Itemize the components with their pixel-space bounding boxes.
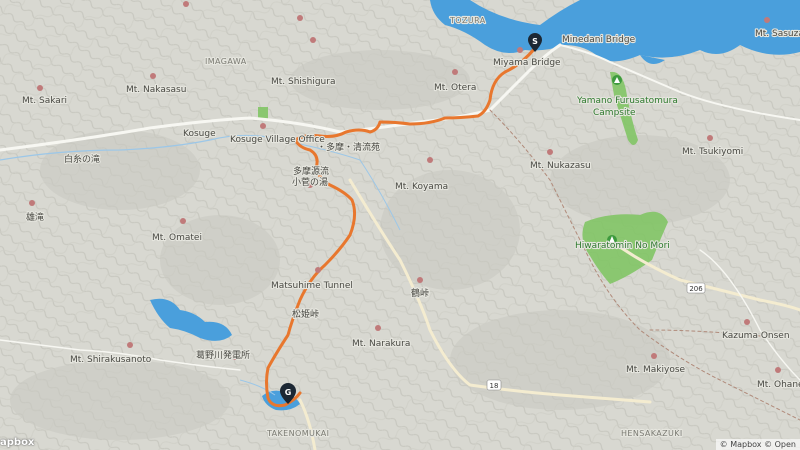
route-206-shield: 206: [686, 282, 706, 294]
svg-text:Campsite: Campsite: [593, 108, 636, 118]
peak-icon: [310, 37, 316, 43]
svg-text:Mt. Shirakusanoto: Mt. Shirakusanoto: [70, 355, 152, 365]
svg-text:葛野川発電所: 葛野川発電所: [196, 349, 250, 361]
peak-icon: [150, 73, 156, 79]
svg-text:206: 206: [689, 285, 703, 293]
poi-icon: [517, 47, 523, 53]
map-attribution[interactable]: © Mapbox © Open: [715, 439, 800, 450]
map-viewport[interactable]: 18 206 TOZURA IMAGAWA Kosuge Kosuge Vill…: [0, 0, 800, 450]
peak-icon: [180, 218, 186, 224]
peak-icon: [183, 1, 189, 7]
svg-text:多摩源流: 多摩源流: [293, 165, 329, 177]
peak-icon: [775, 367, 781, 373]
svg-text:白糸の滝: 白糸の滝: [64, 153, 100, 165]
svg-text:Mt. Makiyose: Mt. Makiyose: [626, 365, 686, 375]
svg-text:Kosuge: Kosuge: [183, 129, 216, 139]
svg-text:Mt. Koyama: Mt. Koyama: [395, 182, 448, 192]
peak-icon: [427, 157, 433, 163]
svg-text:松姫峠: 松姫峠: [292, 308, 319, 320]
start-marker-label: S: [532, 37, 538, 46]
svg-text:TOZURA: TOZURA: [449, 16, 486, 25]
svg-text:Mt. Ohane: Mt. Ohane: [757, 380, 800, 390]
peak-icon: [37, 85, 43, 91]
peak-icon: [707, 135, 713, 141]
svg-text:Mt. Tsukiyomi: Mt. Tsukiyomi: [682, 147, 743, 157]
peak-icon: [547, 149, 553, 155]
svg-text:Mt. Omatei: Mt. Omatei: [152, 233, 202, 243]
svg-text:Mt. Sasuzawa: Mt. Sasuzawa: [755, 29, 800, 39]
svg-text:TAKENOMUKAI: TAKENOMUKAI: [266, 429, 329, 438]
svg-text:Mt. Narakura: Mt. Narakura: [352, 339, 410, 349]
route-18-shield: 18: [486, 379, 502, 391]
svg-text:Hiwaratomin No Mori: Hiwaratomin No Mori: [575, 241, 670, 251]
peak-icon: [127, 342, 133, 348]
svg-text:Mt. Shishigura: Mt. Shishigura: [271, 77, 335, 87]
peak-icon: [744, 319, 750, 325]
peak-icon: [452, 69, 458, 75]
peak-icon: [651, 353, 657, 359]
svg-text:IMAGAWA: IMAGAWA: [205, 57, 247, 66]
svg-text:Minedani Bridge: Minedani Bridge: [562, 35, 636, 45]
tunnel-icon: [315, 267, 321, 273]
svg-text:Mt. Otera: Mt. Otera: [434, 83, 476, 93]
svg-text:Mt. Nukazasu: Mt. Nukazasu: [530, 161, 591, 171]
svg-text:Yamano Furusatomura: Yamano Furusatomura: [576, 96, 678, 106]
svg-text:18: 18: [490, 382, 499, 390]
poi-icon: [260, 123, 266, 129]
svg-text:Kazuma Onsen: Kazuma Onsen: [722, 331, 790, 341]
kosuge-park: [258, 107, 268, 119]
peak-icon: [375, 325, 381, 331]
svg-text:Kosuge Village Office: Kosuge Village Office: [230, 135, 325, 145]
svg-text:鶴峠: 鶴峠: [411, 287, 429, 299]
mapbox-logo[interactable]: apbox: [0, 437, 34, 448]
svg-text:Mt. Sakari: Mt. Sakari: [22, 96, 67, 106]
svg-text:小菅の湯: 小菅の湯: [292, 176, 328, 188]
svg-text:Miyama Bridge: Miyama Bridge: [493, 58, 561, 68]
svg-text:HENSAKAZUKI: HENSAKAZUKI: [621, 429, 683, 438]
svg-text:Matsuhime Tunnel: Matsuhime Tunnel: [271, 281, 353, 291]
peak-icon: [764, 17, 770, 23]
map-canvas[interactable]: 18 206 TOZURA IMAGAWA Kosuge Kosuge Vill…: [0, 0, 800, 450]
svg-text:・多摩・清流苑: ・多摩・清流苑: [317, 141, 380, 153]
svg-text:雄滝: 雄滝: [26, 211, 44, 223]
poi-icon: [29, 200, 35, 206]
campsite-icon: [612, 75, 622, 85]
poi-icon: [417, 277, 423, 283]
peak-icon: [297, 15, 303, 21]
goal-marker-label: G: [285, 388, 292, 397]
svg-text:Mt. Nakasasu: Mt. Nakasasu: [126, 85, 186, 95]
